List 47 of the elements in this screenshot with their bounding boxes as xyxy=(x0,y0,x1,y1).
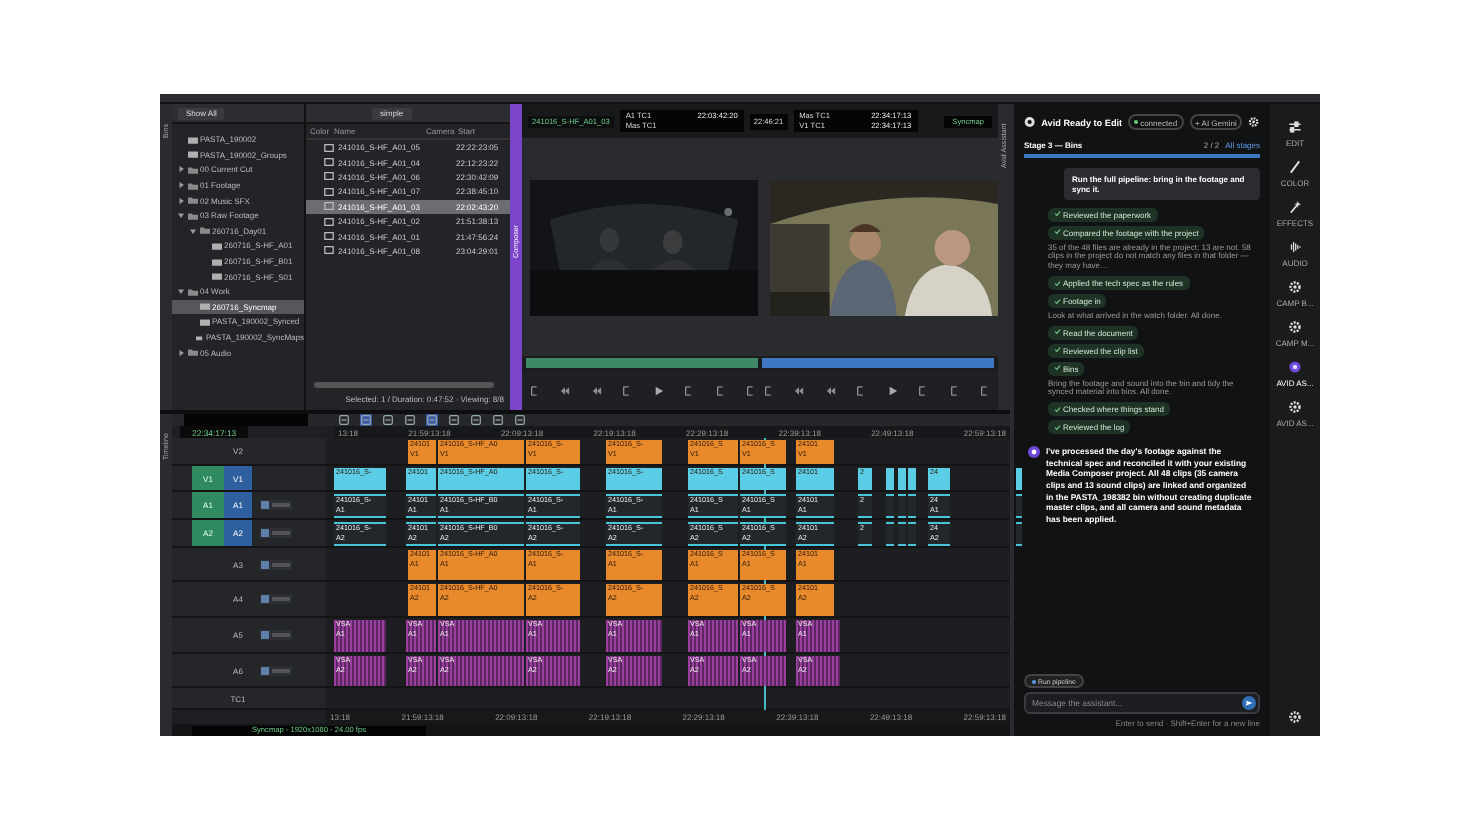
play-icon[interactable] xyxy=(887,385,898,395)
check-icon xyxy=(1054,279,1061,287)
disclosure-icon[interactable] xyxy=(178,288,184,295)
audio-meter-icon[interactable] xyxy=(260,665,292,676)
audio-meter-icon[interactable] xyxy=(260,528,292,539)
settings-icon[interactable] xyxy=(1288,710,1302,724)
timeline-clip[interactable] xyxy=(908,467,916,490)
audio-meter-icon[interactable] xyxy=(260,500,292,511)
check-icon xyxy=(1054,346,1061,354)
send-button[interactable] xyxy=(1242,696,1256,710)
step-back-icon[interactable] xyxy=(794,385,805,395)
check-icon xyxy=(1054,297,1061,305)
step-back-icon[interactable] xyxy=(560,385,571,395)
check-icon xyxy=(1054,406,1061,414)
dot-icon xyxy=(1287,360,1302,374)
waveform-icon xyxy=(1287,240,1302,254)
folder-icon xyxy=(187,348,197,357)
check-icon xyxy=(1054,328,1061,336)
timeline-clip[interactable] xyxy=(898,467,906,490)
disclosure-icon[interactable] xyxy=(178,182,184,189)
scroll-bar[interactable] xyxy=(314,382,494,388)
check-icon xyxy=(1054,210,1061,218)
brush-icon xyxy=(1287,160,1302,174)
assistant-avatar-icon xyxy=(1028,446,1040,459)
disclosure-icon[interactable] xyxy=(178,212,184,219)
gear-icon xyxy=(1287,400,1302,414)
disclosure-icon[interactable] xyxy=(178,166,184,173)
timeline-clip[interactable] xyxy=(1016,467,1022,490)
gear-icon xyxy=(1287,320,1302,334)
disclosure-icon[interactable] xyxy=(190,227,196,234)
settings-icon[interactable] xyxy=(1248,116,1260,128)
mark-in-icon[interactable] xyxy=(856,385,867,395)
disclosure-icon[interactable] xyxy=(178,349,184,356)
wand-icon xyxy=(1287,200,1302,214)
mark-in-icon[interactable] xyxy=(530,385,540,395)
check-icon xyxy=(1054,228,1061,236)
sliders-icon xyxy=(1288,120,1302,134)
gear-icon xyxy=(1287,280,1302,294)
audio-meter-icon[interactable] xyxy=(260,594,292,605)
logo-icon xyxy=(1024,116,1036,128)
play-icon[interactable] xyxy=(653,385,664,395)
audio-meter-icon[interactable] xyxy=(260,630,292,641)
check-icon xyxy=(1054,424,1061,432)
disclosure-icon[interactable] xyxy=(178,197,184,204)
timeline-clip[interactable] xyxy=(886,467,894,490)
audio-meter-icon[interactable] xyxy=(260,559,292,570)
check-icon xyxy=(1054,364,1061,372)
